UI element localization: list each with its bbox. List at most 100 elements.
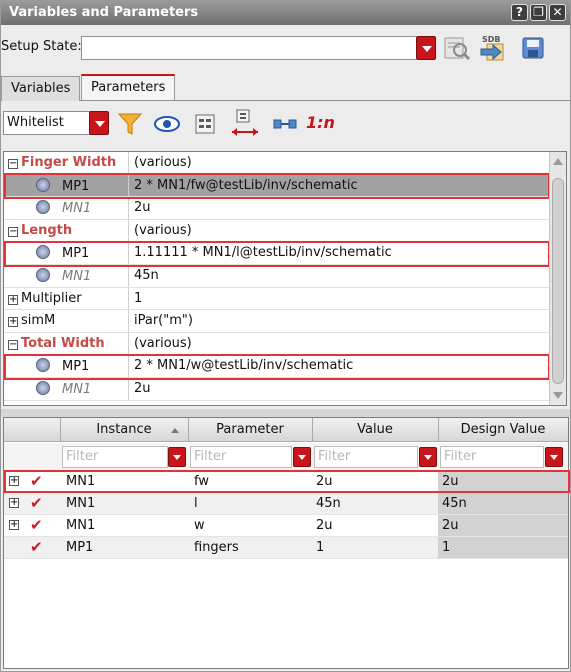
- instance-icon: [36, 381, 50, 395]
- collapse-icon[interactable]: −: [8, 226, 18, 237]
- parameter-tree: − Finger Width (various) MP1 2 * MN1/fw@t…: [3, 151, 567, 406]
- setup-state-input[interactable]: [81, 36, 416, 60]
- window-title: Variables and Parameters: [9, 5, 199, 20]
- expand-icon[interactable]: +: [8, 317, 18, 328]
- design-value-filter-input[interactable]: Filter: [440, 446, 544, 468]
- collapse-icon[interactable]: −: [8, 339, 18, 350]
- instance-value[interactable]: 2u: [134, 200, 151, 215]
- tree-row-instance[interactable]: MN1 2u: [4, 378, 549, 401]
- instance-value[interactable]: 45n: [134, 268, 159, 283]
- column-header-parameter[interactable]: Parameter: [188, 422, 312, 437]
- instance-cell: MN1: [66, 496, 96, 511]
- tree-row-instance[interactable]: MP1 2 * MN1/fw@testLib/inv/schematic: [4, 174, 549, 198]
- parameter-filter-dropdown[interactable]: [293, 447, 311, 467]
- instance-cell: MN1: [66, 518, 96, 533]
- grid-header: Instance Parameter Value Design Value: [4, 418, 568, 442]
- expand-icon[interactable]: +: [8, 294, 18, 305]
- close-icon[interactable]: ✕: [549, 4, 566, 21]
- filter-mode-dropdown-button[interactable]: [89, 111, 109, 135]
- instance-cell: MP1: [66, 540, 94, 555]
- tree-row-parameter[interactable]: + Multiplier 1: [4, 287, 549, 311]
- parameters-toolbar: Whitelist 1:n: [1, 107, 570, 141]
- tree-row-group[interactable]: − Total Width (various): [4, 332, 549, 356]
- save-icon[interactable]: [521, 36, 545, 60]
- load-state-icon[interactable]: [443, 35, 471, 61]
- eye-icon[interactable]: [153, 113, 181, 135]
- instance-label: MP1: [62, 178, 90, 194]
- checked-icon[interactable]: ✔: [30, 494, 43, 512]
- instance-value[interactable]: 2u: [134, 381, 151, 396]
- expand-icon[interactable]: +: [9, 476, 19, 486]
- expand-icon[interactable]: +: [9, 498, 19, 508]
- filter-row: Filter Filter Filter Filter: [4, 443, 568, 471]
- design-value-cell: 2u: [442, 474, 459, 489]
- help-icon[interactable]: ?: [511, 4, 528, 21]
- filter-icon[interactable]: [117, 112, 143, 136]
- tree-row-group[interactable]: − Length (various): [4, 219, 549, 243]
- checked-icon[interactable]: ✔: [30, 472, 43, 490]
- expand-icon[interactable]: +: [9, 520, 19, 530]
- column-header-design-value[interactable]: Design Value: [438, 422, 568, 437]
- sort-up-icon[interactable]: [170, 427, 180, 434]
- tree-row-instance[interactable]: MN1 2u: [4, 197, 549, 220]
- instance-filter-dropdown[interactable]: [168, 447, 186, 467]
- column-header-value[interactable]: Value: [312, 422, 438, 437]
- value-cell[interactable]: 2u: [316, 474, 333, 489]
- collapse-icon[interactable]: −: [8, 159, 18, 169]
- setup-state-label: Setup State:: [1, 39, 82, 54]
- scroll-down-icon[interactable]: [553, 392, 563, 399]
- value-filter-input[interactable]: Filter: [314, 446, 418, 468]
- parameter-label: simM: [21, 313, 56, 329]
- value-cell[interactable]: 1: [316, 540, 324, 555]
- tree-scrollbar[interactable]: [549, 152, 566, 405]
- column-header-instance[interactable]: Instance: [60, 422, 188, 437]
- table-row[interactable]: + ✔ MN1 fw 2u 2u: [4, 471, 568, 493]
- checked-icon[interactable]: ✔: [30, 516, 43, 534]
- tree-row-instance[interactable]: MN1 45n: [4, 265, 549, 288]
- restore-icon[interactable]: ❐: [530, 4, 547, 21]
- parameter-value[interactable]: iPar("m"): [134, 313, 193, 328]
- design-value-filter-dropdown[interactable]: [545, 447, 563, 467]
- value-cell[interactable]: 45n: [316, 496, 341, 511]
- instance-label: MP1: [62, 359, 90, 375]
- table-row[interactable]: + ✔ MN1 w 2u 2u: [4, 515, 568, 537]
- parameter-filter-input[interactable]: Filter: [190, 446, 292, 468]
- setup-state-dropdown-button[interactable]: [416, 36, 436, 60]
- parameter-table-icon[interactable]: [193, 112, 217, 136]
- filter-mode-combo[interactable]: Whitelist: [3, 111, 91, 135]
- checked-icon[interactable]: ✔: [30, 538, 43, 556]
- tree-row-instance[interactable]: MP1 2 * MN1/w@testLib/inv/schematic: [4, 355, 549, 378]
- table-row[interactable]: + ✔ MN1 l 45n 45n: [4, 493, 568, 515]
- link-icon[interactable]: [273, 116, 297, 132]
- value-filter-dropdown[interactable]: [419, 447, 437, 467]
- instance-icon: [36, 200, 50, 215]
- one-to-n-button[interactable]: 1:n: [306, 113, 335, 132]
- value-cell[interactable]: 2u: [316, 518, 333, 533]
- instance-filter-input[interactable]: Filter: [62, 446, 168, 468]
- parameter-cell: fingers: [194, 540, 239, 555]
- table-row[interactable]: ✔ MP1 fingers 1 1: [4, 537, 568, 559]
- instance-icon: [36, 245, 50, 260]
- instance-icon: [36, 268, 50, 282]
- design-value-cell: 2u: [442, 518, 459, 533]
- tree-row-group[interactable]: − Finger Width (various): [4, 152, 549, 175]
- sdb-icon[interactable]: SDB: [479, 33, 511, 63]
- scroll-up-icon[interactable]: [553, 158, 563, 165]
- tab-variables[interactable]: Variables: [1, 76, 81, 101]
- setup-state-row: Setup State: SDB: [1, 33, 570, 63]
- pane-splitter[interactable]: [1, 409, 570, 417]
- instance-value[interactable]: 1.11111 * MN1/l@testLib/inv/schematic: [134, 245, 392, 260]
- instance-label: MN1: [62, 382, 92, 397]
- instance-value[interactable]: 2 * MN1/fw@testLib/inv/schematic: [134, 178, 358, 193]
- instance-icon: [36, 177, 50, 192]
- parameter-value[interactable]: 1: [134, 291, 142, 306]
- instance-value[interactable]: 2 * MN1/w@testLib/inv/schematic: [134, 358, 353, 373]
- expand-width-icon[interactable]: [229, 108, 261, 140]
- parameter-label: Multiplier: [21, 290, 82, 306]
- tab-parameters[interactable]: Parameters: [81, 74, 176, 100]
- tree-row-parameter[interactable]: + simM iPar("m"): [4, 310, 549, 333]
- instance-label: MP1: [62, 246, 90, 262]
- tree-row-instance[interactable]: MP1 1.11111 * MN1/l@testLib/inv/schemati…: [4, 242, 549, 265]
- instance-cell: MN1: [66, 474, 96, 489]
- scroll-thumb[interactable]: [552, 178, 564, 384]
